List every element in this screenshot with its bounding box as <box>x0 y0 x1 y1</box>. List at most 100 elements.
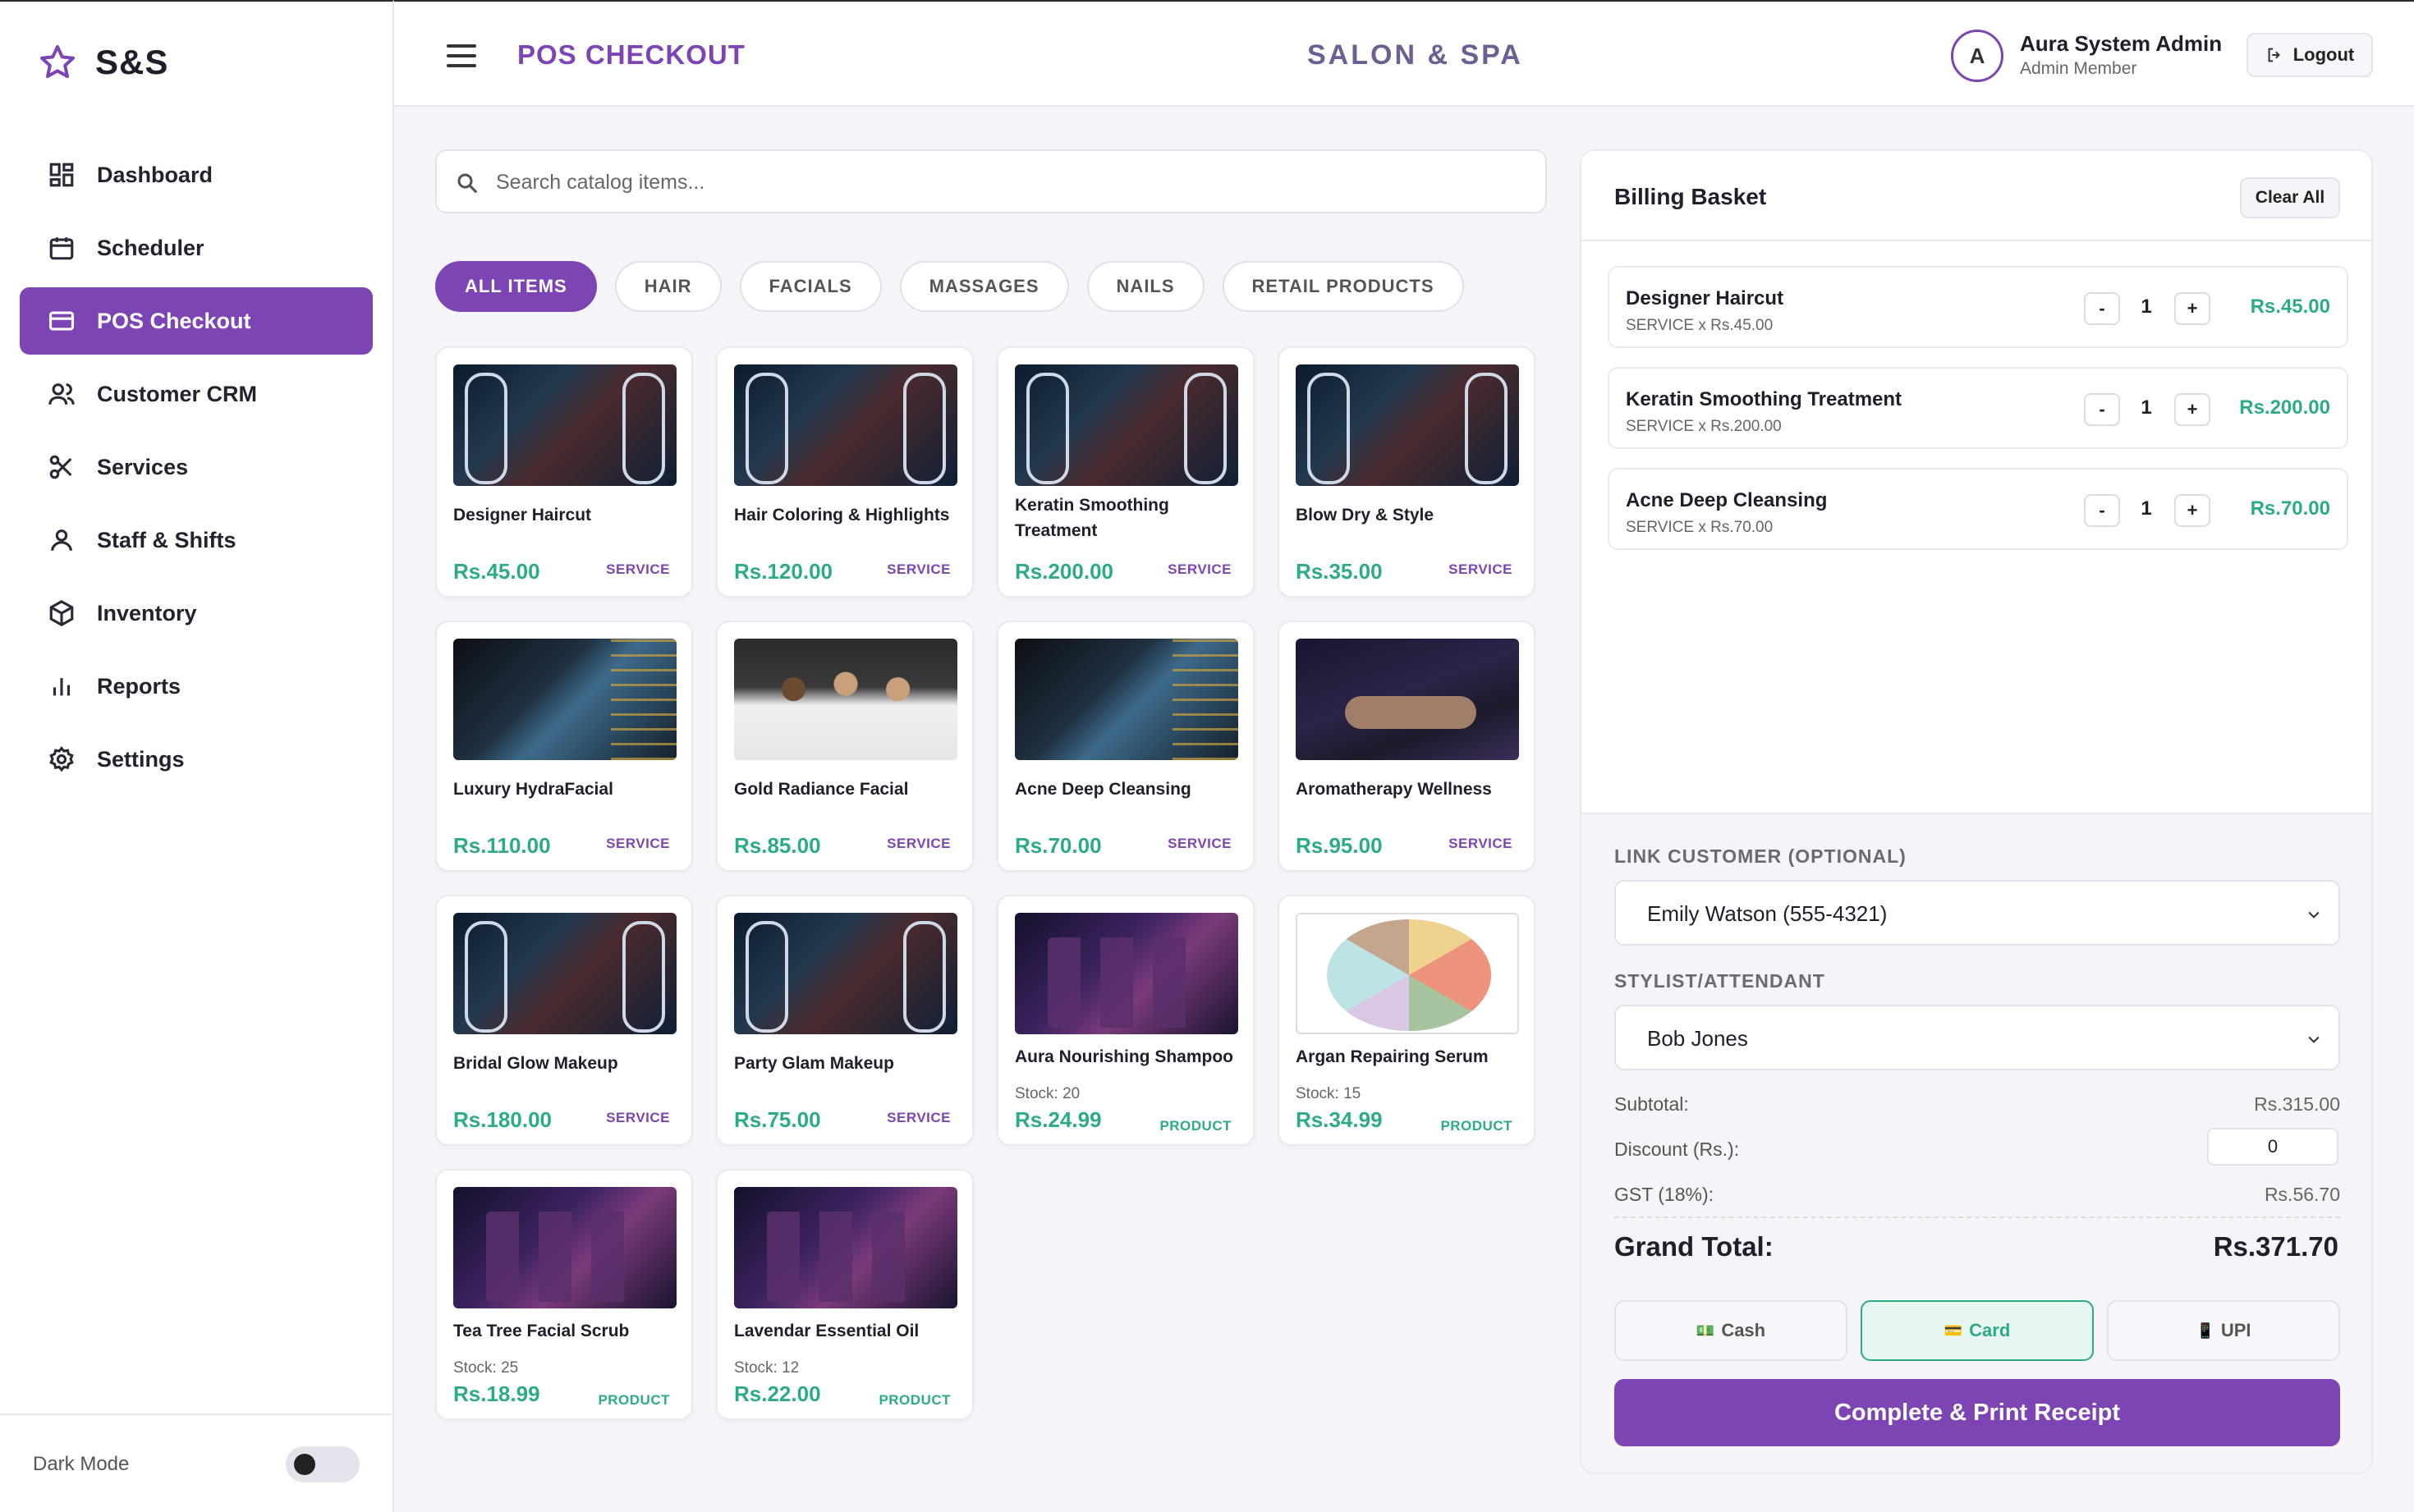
checkout-panel: LINK CUSTOMER (OPTIONAL) Emily Watson (5… <box>1581 813 2371 1473</box>
stylist-value: Bob Jones <box>1647 1026 1748 1051</box>
page-title: POS CHECKOUT <box>517 39 746 70</box>
item-stock: Stock: 12 <box>734 1359 800 1377</box>
increase-qty-button[interactable]: + <box>2174 292 2210 325</box>
chevron-down-icon <box>2308 1036 2320 1043</box>
customer-label: LINK CUSTOMER (OPTIONAL) <box>1614 845 1907 867</box>
line-item-name: Keratin Smoothing Treatment <box>1626 388 1902 410</box>
pay-cash-button[interactable]: 💵 Cash <box>1614 1300 1847 1361</box>
item-name: Aromatherapy Wellness <box>1296 780 1492 799</box>
catalog-card[interactable]: Luxury HydraFacial Rs.110.00 SERVICE <box>435 621 693 872</box>
avatar[interactable]: A <box>1951 30 2003 82</box>
logout-label: Logout <box>2292 44 2355 65</box>
line-item-detail: SERVICE x Rs.45.00 <box>1626 317 1774 334</box>
item-image <box>1296 913 1519 1034</box>
decrease-qty-button[interactable]: - <box>2084 494 2120 527</box>
sidebar-item-inventory[interactable]: Inventory <box>20 580 373 647</box>
sidebar-item-services[interactable]: Services <box>20 433 373 501</box>
user-icon <box>51 529 72 551</box>
catalog-card[interactable]: Gold Radiance Facial Rs.85.00 SERVICE <box>716 621 974 872</box>
catalog-card[interactable]: Tea Tree Facial Scrub Stock: 25 Rs.18.99… <box>435 1169 693 1420</box>
catalog-card[interactable]: Blow Dry & Style Rs.35.00 SERVICE <box>1278 346 1535 598</box>
tab-facials[interactable]: FACIALS <box>739 261 882 312</box>
catalog-card[interactable]: Acne Deep Cleansing Rs.70.00 SERVICE <box>997 621 1255 872</box>
clear-all-button[interactable]: Clear All <box>2240 177 2340 218</box>
sidebar-item-settings[interactable]: Settings <box>20 726 373 793</box>
item-price: Rs.120.00 <box>734 559 833 584</box>
catalog-card[interactable]: Keratin Smoothing Treatment Rs.200.00 SE… <box>997 346 1255 598</box>
item-type-badge: PRODUCT <box>879 1392 951 1408</box>
logout-icon <box>2268 48 2280 62</box>
search-input[interactable] <box>496 164 1531 200</box>
item-type-badge: SERVICE <box>1168 836 1232 851</box>
catalog-card[interactable]: Designer Haircut Rs.45.00 SERVICE <box>435 346 693 598</box>
sidebar-item-dashboard[interactable]: Dashboard <box>20 141 373 208</box>
catalog-card[interactable]: Aura Nourishing Shampoo Stock: 20 Rs.24.… <box>997 895 1255 1146</box>
sidebar-item-label: Staff & Shifts <box>97 527 236 552</box>
item-image <box>453 639 677 760</box>
line-item-total: Rs.70.00 <box>2250 497 2330 520</box>
item-price: Rs.24.99 <box>1015 1107 1102 1132</box>
line-item-total: Rs.45.00 <box>2250 296 2330 318</box>
sidebar-item-customer-crm[interactable]: Customer CRM <box>20 360 373 428</box>
sidebar-footer: Dark Mode <box>0 1413 392 1512</box>
subtotal-row: Subtotal: Rs.315.00 <box>1614 1093 2340 1116</box>
catalog-card[interactable]: Hair Coloring & Highlights Rs.120.00 SER… <box>716 346 974 598</box>
sidebar-item-scheduler[interactable]: Scheduler <box>20 214 373 282</box>
catalog-search <box>435 149 1547 213</box>
phone-icon: 📱 <box>2196 1322 2214 1339</box>
dark-mode-toggle[interactable] <box>286 1446 360 1482</box>
box-icon <box>49 600 74 626</box>
sidebar-item-staff-shifts[interactable]: Staff & Shifts <box>20 506 373 574</box>
dark-mode-label: Dark Mode <box>33 1453 130 1475</box>
increase-qty-button[interactable]: + <box>2174 494 2210 527</box>
catalog-card[interactable]: Bridal Glow Makeup Rs.180.00 SERVICE <box>435 895 693 1146</box>
card-icon: 💳 <box>1944 1322 1963 1339</box>
sidebar-item-reports[interactable]: Reports <box>20 653 373 720</box>
item-price: Rs.35.00 <box>1296 559 1383 584</box>
item-type-badge: SERVICE <box>1448 561 1512 577</box>
category-tabs: ALL ITEMS HAIR FACIALS MASSAGES NAILS RE… <box>435 261 1464 312</box>
tab-massages[interactable]: MASSAGES <box>899 261 1069 312</box>
item-price: Rs.95.00 <box>1296 833 1383 858</box>
item-name: Keratin Smoothing Treatment <box>1015 496 1169 540</box>
item-image <box>453 364 677 486</box>
customer-select[interactable]: Emily Watson (555-4321) <box>1614 880 2340 946</box>
brand-logo[interactable]: S&S <box>38 43 168 82</box>
logout-button[interactable]: Logout <box>2246 33 2373 77</box>
increase-qty-button[interactable]: + <box>2174 393 2210 426</box>
stylist-select[interactable]: Bob Jones <box>1614 1005 2340 1070</box>
pay-card-button[interactable]: 💳 Card <box>1861 1300 2094 1361</box>
hamburger-menu-icon[interactable] <box>447 44 476 67</box>
sidebar-item-label: Services <box>97 454 189 479</box>
tab-all-items[interactable]: ALL ITEMS <box>435 261 597 312</box>
item-price: Rs.75.00 <box>734 1107 821 1132</box>
catalog-card[interactable]: Argan Repairing Serum Stock: 15 Rs.34.99… <box>1278 895 1535 1146</box>
catalog-card[interactable]: Aromatherapy Wellness Rs.95.00 SERVICE <box>1278 621 1535 872</box>
catalog-card[interactable]: Lavendar Essential Oil Stock: 12 Rs.22.0… <box>716 1169 974 1420</box>
item-price: Rs.110.00 <box>453 833 551 858</box>
item-price: Rs.70.00 <box>1015 833 1102 858</box>
sidebar-item-pos-checkout[interactable]: POS Checkout <box>20 287 373 355</box>
brand-name: S&S <box>95 43 169 81</box>
discount-input[interactable] <box>2207 1128 2338 1166</box>
sidebar-item-label: Customer CRM <box>97 381 258 406</box>
basket-title: Billing Basket <box>1614 184 1767 209</box>
customer-value: Emily Watson (555-4321) <box>1647 901 1888 926</box>
decrease-qty-button[interactable]: - <box>2084 393 2120 426</box>
sidebar-item-label: Settings <box>97 746 185 772</box>
item-image <box>734 1187 957 1308</box>
pay-upi-label: UPI <box>2220 1320 2251 1340</box>
catalog-card[interactable]: Party Glam Makeup Rs.75.00 SERVICE <box>716 895 974 1146</box>
complete-print-receipt-button[interactable]: Complete & Print Receipt <box>1614 1379 2340 1446</box>
tab-hair[interactable]: HAIR <box>614 261 722 312</box>
gst-label: GST (18%): <box>1614 1184 1714 1205</box>
gst-value: Rs.56.70 <box>2264 1184 2340 1205</box>
basket-header: Billing Basket Clear All <box>1581 151 2371 241</box>
tab-nails[interactable]: NAILS <box>1086 261 1205 312</box>
line-item-name: Acne Deep Cleansing <box>1626 489 1828 511</box>
item-price: Rs.45.00 <box>453 559 540 584</box>
decrease-qty-button[interactable]: - <box>2084 292 2120 325</box>
tab-retail-products[interactable]: RETAIL PRODUCTS <box>1222 261 1464 312</box>
sidebar-item-label: Inventory <box>97 600 197 625</box>
pay-upi-button[interactable]: 📱 UPI <box>2107 1300 2340 1361</box>
